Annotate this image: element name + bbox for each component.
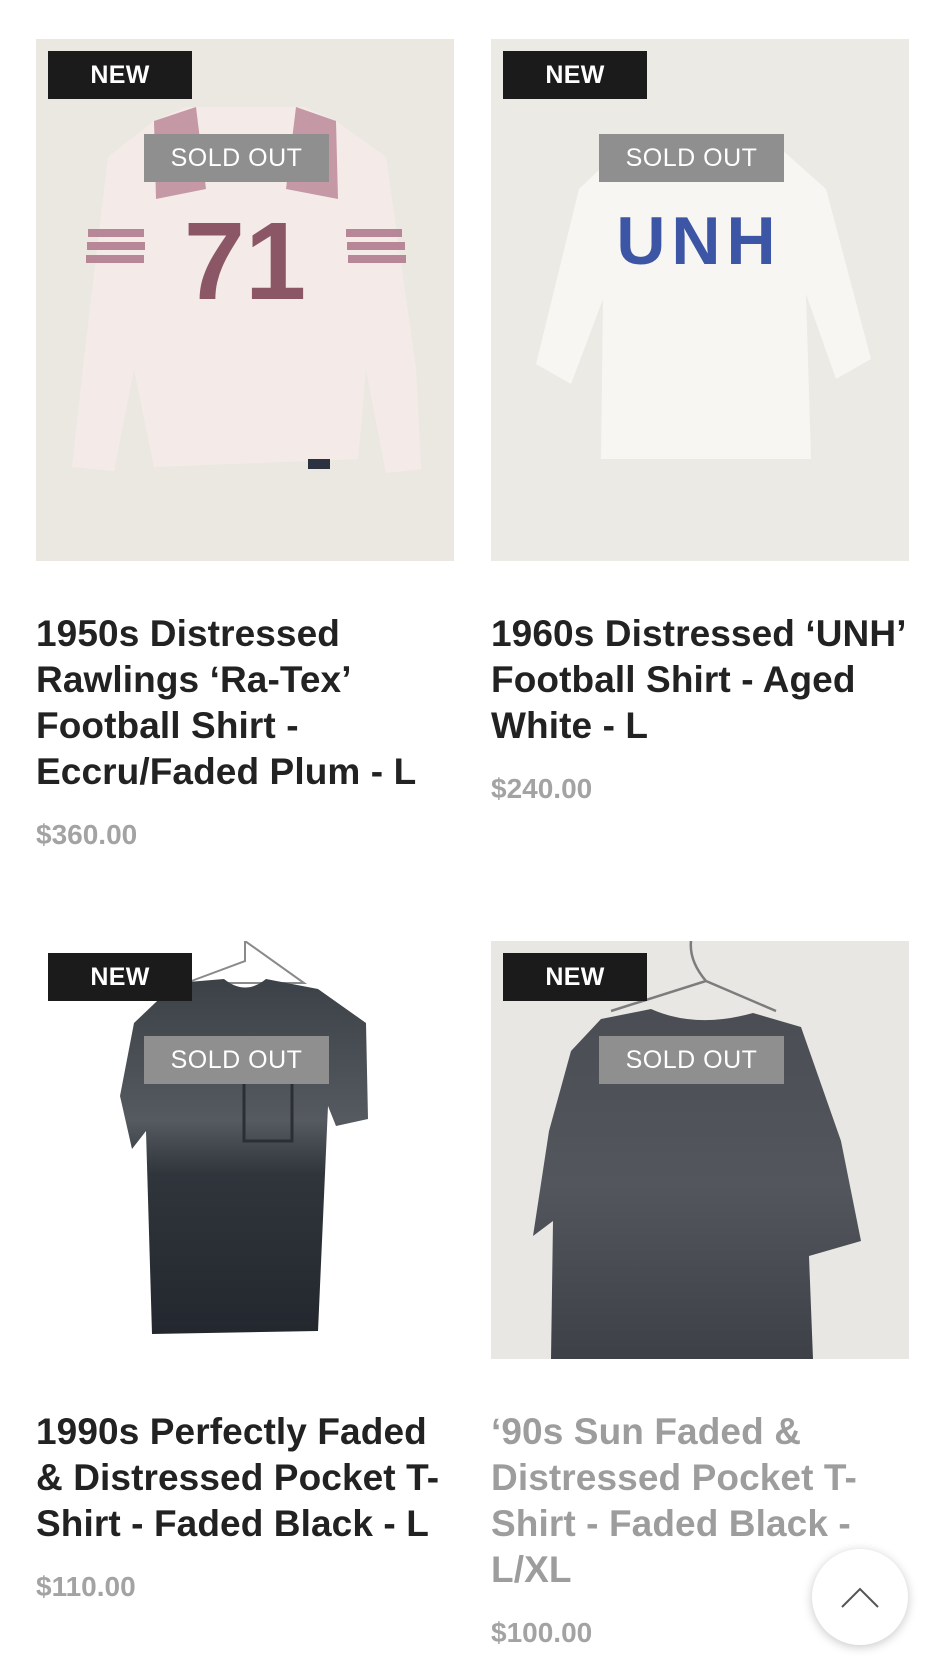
- sold-out-badge: SOLD OUT: [144, 1036, 329, 1084]
- product-card[interactable]: 71 NEW SOLD OUT 1950s Distressed Rawling…: [36, 39, 454, 851]
- jersey-number-text: 71: [184, 200, 306, 323]
- product-card[interactable]: UNH NEW SOLD OUT 1960s Distressed ‘UNH’ …: [491, 39, 909, 805]
- product-image[interactable]: 71: [36, 39, 454, 561]
- product-title[interactable]: 1990s Perfectly Faded & Distressed Pocke…: [36, 1409, 454, 1547]
- product-image-container[interactable]: NEW SOLD OUT: [491, 941, 909, 1359]
- product-image-container[interactable]: NEW SOLD OUT: [36, 941, 454, 1359]
- product-image[interactable]: [36, 941, 454, 1359]
- product-image-container[interactable]: UNH NEW SOLD OUT: [491, 39, 909, 561]
- scroll-to-top-button[interactable]: [812, 1549, 908, 1645]
- new-badge: NEW: [48, 953, 192, 1001]
- new-badge: NEW: [503, 953, 647, 1001]
- sold-out-badge: SOLD OUT: [599, 1036, 784, 1084]
- product-price: $110.00: [36, 1571, 136, 1602]
- product-price: $360.00: [36, 819, 138, 850]
- new-badge: NEW: [48, 51, 192, 99]
- product-card[interactable]: NEW SOLD OUT 1990s Perfectly Faded & Dis…: [36, 941, 454, 1603]
- product-price: $240.00: [491, 773, 593, 804]
- sold-out-badge: SOLD OUT: [599, 134, 784, 182]
- new-badge: NEW: [503, 51, 647, 99]
- product-title[interactable]: 1960s Distressed ‘UNH’ Football Shirt - …: [491, 611, 909, 749]
- product-image[interactable]: [491, 941, 909, 1359]
- sold-out-badge: SOLD OUT: [144, 134, 329, 182]
- product-image[interactable]: UNH: [491, 39, 909, 561]
- jersey-text: UNH: [616, 203, 781, 279]
- product-card[interactable]: NEW SOLD OUT ‘90s Sun Faded & Distressed…: [491, 941, 909, 1649]
- product-image-container[interactable]: 71 NEW SOLD OUT: [36, 39, 454, 561]
- product-title[interactable]: 1950s Distressed Rawlings ‘Ra-Tex’ Footb…: [36, 611, 454, 795]
- chevron-up-icon: [841, 1587, 879, 1608]
